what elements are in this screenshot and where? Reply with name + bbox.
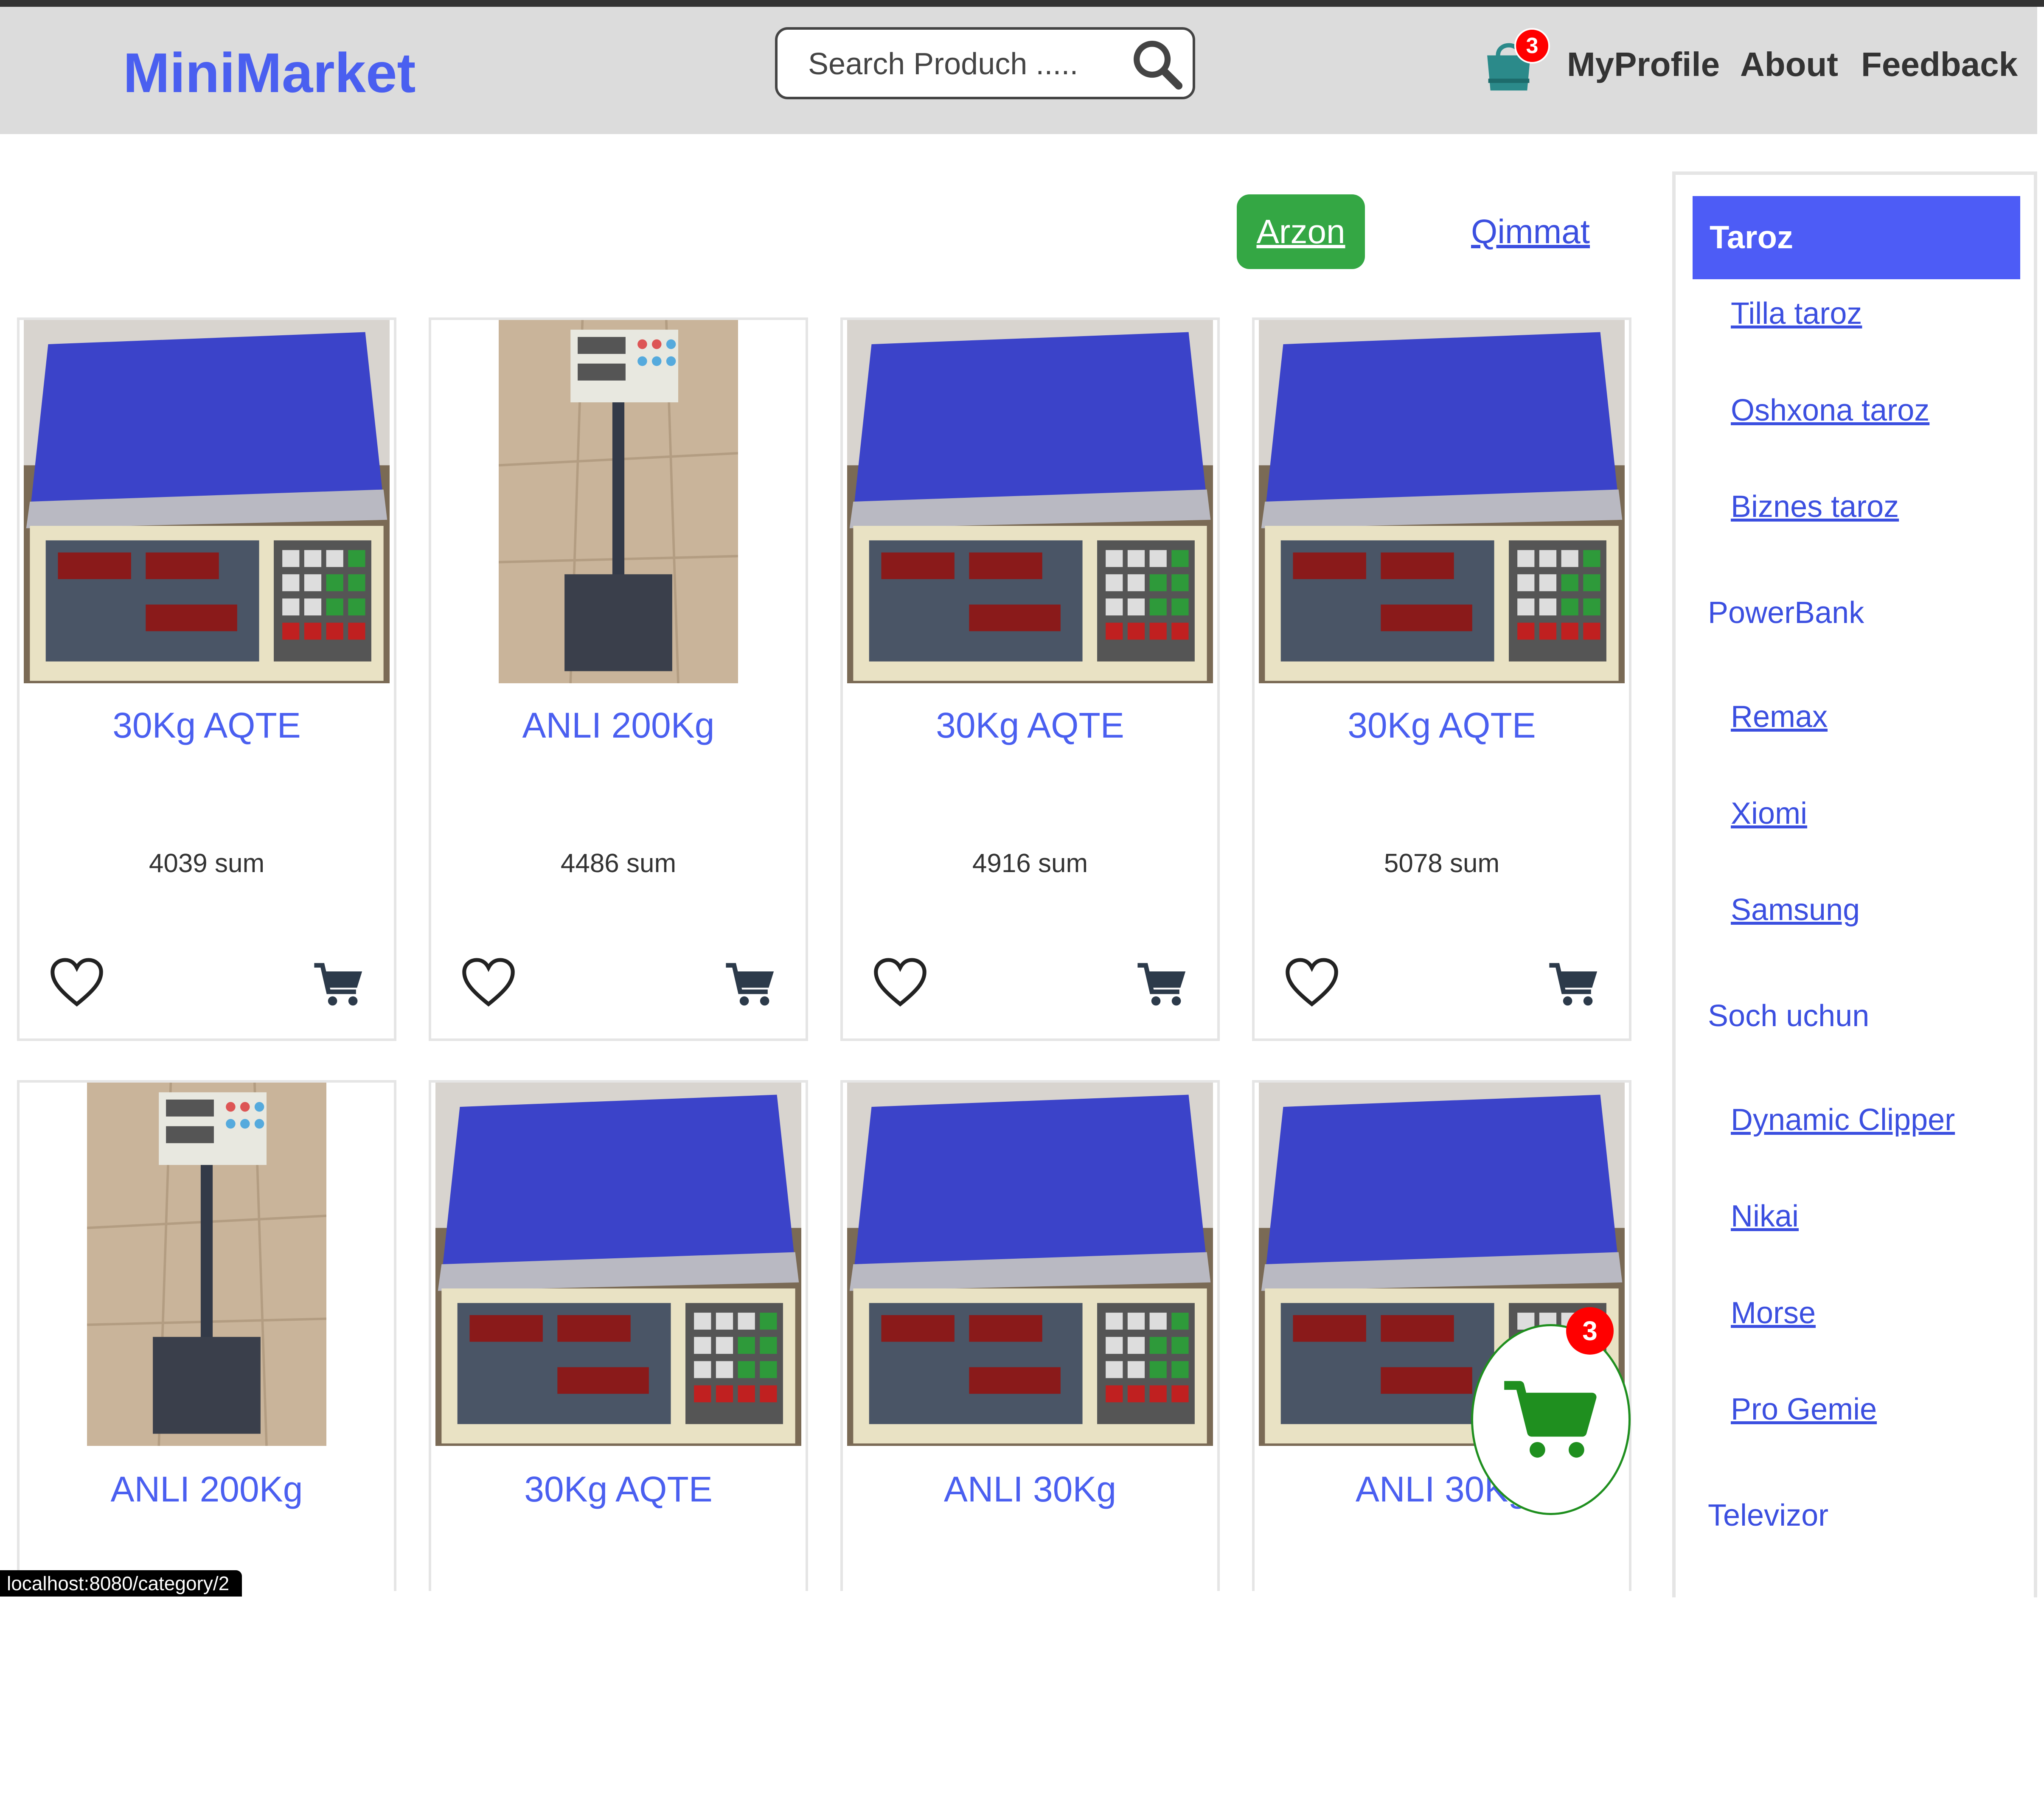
product-image[interactable] bbox=[847, 320, 1213, 685]
cart-icon[interactable] bbox=[1137, 961, 1188, 1007]
product-price: 5078 sum bbox=[1384, 849, 1500, 878]
category-televizor[interactable]: Televizor bbox=[1708, 1498, 1828, 1533]
cart-icon[interactable] bbox=[313, 961, 364, 1007]
category-soch-uchun[interactable]: Soch uchun bbox=[1708, 999, 1869, 1033]
product-image[interactable] bbox=[498, 320, 738, 685]
product-card[interactable]: ANLI 200Kg 4486 sum bbox=[429, 317, 808, 1041]
heart-icon[interactable] bbox=[49, 957, 104, 1007]
search-icon[interactable] bbox=[1129, 36, 1184, 91]
product-card[interactable]: ANLI 30Kg bbox=[840, 1080, 1220, 1591]
product-image-scale-counter-icon bbox=[847, 320, 1213, 683]
cart-icon[interactable] bbox=[1548, 961, 1599, 1007]
floating-cart-button[interactable] bbox=[1471, 1324, 1631, 1515]
product-image[interactable] bbox=[435, 1083, 801, 1448]
sort-cheap-button[interactable]: Arzon bbox=[1237, 194, 1365, 269]
subcategory-remax[interactable]: Remax bbox=[1731, 699, 1828, 734]
nav-myprofile[interactable]: MyProfile bbox=[1567, 45, 1720, 84]
product-image-scale-platform-icon bbox=[498, 320, 738, 684]
heart-icon[interactable] bbox=[1284, 957, 1339, 1007]
product-price: 4039 sum bbox=[149, 849, 265, 878]
subcategory-morse[interactable]: Morse bbox=[1731, 1296, 1816, 1330]
product-price: 4916 sum bbox=[972, 849, 1088, 878]
product-title[interactable]: 30Kg AQTE bbox=[1255, 705, 1629, 746]
category-active-taroz[interactable]: Taroz bbox=[1693, 196, 2020, 279]
product-image[interactable] bbox=[1259, 320, 1625, 685]
cart-icon bbox=[1504, 1381, 1597, 1458]
product-card[interactable]: 30Kg AQTE 4039 sum bbox=[17, 317, 396, 1041]
cart-count-badge: 3 bbox=[1514, 28, 1550, 64]
product-title[interactable]: ANLI 30Kg bbox=[843, 1469, 1217, 1510]
product-image-scale-counter-icon bbox=[24, 320, 390, 683]
nav-about[interactable]: About bbox=[1740, 45, 1838, 84]
nav-feedback[interactable]: Feedback bbox=[1861, 45, 2018, 84]
heart-icon[interactable] bbox=[461, 957, 516, 1007]
product-image[interactable] bbox=[24, 320, 390, 685]
product-image-scale-counter-icon bbox=[435, 1083, 801, 1446]
product-card[interactable]: 30Kg AQTE 5078 sum bbox=[1252, 317, 1631, 1041]
product-card[interactable]: 30Kg AQTE 4916 sum bbox=[840, 317, 1220, 1041]
window-top-bar bbox=[0, 0, 2044, 7]
product-image-scale-counter-icon bbox=[847, 1083, 1213, 1446]
status-bar-url: localhost:8080/category/2 bbox=[0, 1570, 242, 1597]
product-price: 4486 sum bbox=[560, 849, 677, 878]
product-title[interactable]: 30Kg AQTE bbox=[431, 1469, 806, 1510]
product-card[interactable]: 30Kg AQTE bbox=[429, 1080, 808, 1591]
subcategory-dynamic-clipper[interactable]: Dynamic Clipper bbox=[1731, 1103, 1955, 1137]
product-title[interactable]: ANLI 200Kg bbox=[431, 705, 806, 746]
subcategory-pro-gemie[interactable]: Pro Gemie bbox=[1731, 1392, 1877, 1427]
subcategory-biznes-taroz[interactable]: Biznes taroz bbox=[1731, 489, 1899, 524]
search-box bbox=[775, 27, 1195, 99]
product-image-scale-platform-icon bbox=[87, 1082, 327, 1446]
floating-cart-count-badge: 3 bbox=[1566, 1307, 1614, 1355]
header: MiniMarket 3 MyProfile About Feedback bbox=[0, 7, 2037, 134]
subcategory-xiomi[interactable]: Xiomi bbox=[1731, 796, 1807, 831]
product-title[interactable]: 30Kg AQTE bbox=[843, 705, 1217, 746]
cart-bag-button[interactable]: 3 bbox=[1481, 28, 1550, 96]
category-powerbank[interactable]: PowerBank bbox=[1708, 595, 1864, 630]
product-image[interactable] bbox=[847, 1083, 1213, 1448]
subcategory-samsung[interactable]: Samsung bbox=[1731, 892, 1860, 927]
product-title[interactable]: ANLI 200Kg bbox=[20, 1469, 394, 1510]
sort-expensive-link[interactable]: Qimmat bbox=[1471, 212, 1590, 251]
product-card[interactable]: ANLI 200Kg bbox=[17, 1080, 396, 1591]
product-title[interactable]: 30Kg AQTE bbox=[20, 705, 394, 746]
brand-logo[interactable]: MiniMarket bbox=[123, 41, 416, 105]
search-input[interactable] bbox=[807, 42, 1132, 86]
heart-icon[interactable] bbox=[873, 957, 928, 1007]
cart-icon[interactable] bbox=[725, 961, 776, 1007]
product-image[interactable] bbox=[87, 1082, 327, 1448]
product-image-scale-counter-icon bbox=[1259, 320, 1625, 683]
subcategory-tilla-taroz[interactable]: Tilla taroz bbox=[1731, 296, 1862, 331]
subcategory-oshxona-taroz[interactable]: Oshxona taroz bbox=[1731, 393, 1929, 428]
subcategory-nikai[interactable]: Nikai bbox=[1731, 1199, 1799, 1234]
category-sidebar: Taroz Tilla taroz Oshxona taroz Biznes tar… bbox=[1672, 171, 2037, 1597]
